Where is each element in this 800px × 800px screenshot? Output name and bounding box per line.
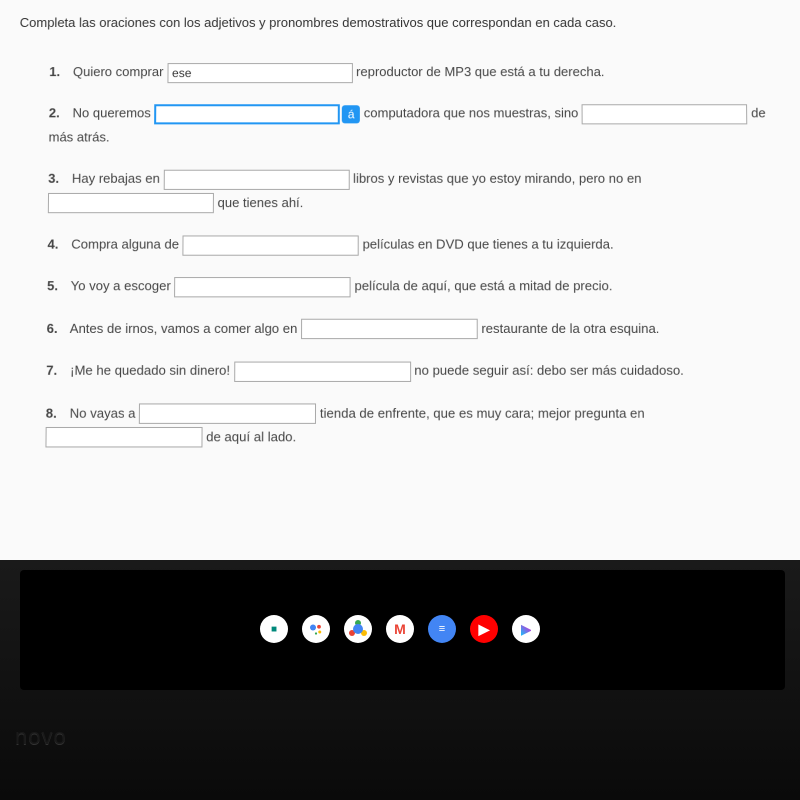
question-1: 1. Quiero comprar ese reproductor de MP3…	[49, 60, 781, 83]
question-4: 4. Compra alguna de películas en DVD que…	[47, 232, 782, 256]
sentence-text: No vayas a	[70, 405, 140, 420]
question-5: 5. Yo voy a escoger película de aquí, qu…	[47, 274, 783, 298]
answer-blank[interactable]	[48, 193, 214, 213]
play-store-icon[interactable]	[512, 615, 540, 643]
instructions-text: Completa las oraciones con los adjetivos…	[20, 15, 781, 30]
laptop-brand-text: novo	[15, 724, 67, 750]
answer-blank[interactable]	[301, 319, 478, 339]
sentence-text: Antes de irnos, vamos a comer algo en	[70, 321, 301, 336]
laptop-bezel: novo	[0, 560, 800, 800]
question-6: 6. Antes de irnos, vamos a comer algo en…	[47, 316, 784, 340]
question-3: 3. Hay rebajas en libros y revistas que …	[48, 167, 783, 214]
question-number: 7.	[46, 359, 66, 383]
sentence-text: Quiero comprar	[73, 64, 167, 79]
question-number: 2.	[49, 102, 69, 126]
answer-blank[interactable]	[139, 404, 316, 424]
question-number: 5.	[47, 274, 67, 298]
answer-blank[interactable]	[183, 235, 359, 255]
sentence-text: restaurante de la otra esquina.	[478, 321, 660, 336]
question-number: 6.	[47, 316, 67, 340]
sentence-text: Yo voy a escoger	[71, 278, 175, 293]
chrome-icon[interactable]	[344, 615, 372, 643]
sentence-text: que tienes ahí.	[214, 195, 303, 210]
question-number: 1.	[49, 60, 69, 83]
question-number: 8.	[46, 401, 66, 425]
sentence-text: Compra alguna de	[71, 236, 182, 251]
sentence-text: de aquí al lado.	[202, 429, 296, 444]
answer-blank[interactable]	[174, 277, 351, 297]
answer-blank[interactable]	[582, 104, 748, 124]
youtube-icon[interactable]: ▶	[470, 615, 498, 643]
answer-blank[interactable]	[45, 427, 202, 448]
question-number: 3.	[48, 167, 68, 191]
chrome-os-shelf: M ≡ ▶	[260, 615, 540, 643]
meet-icon[interactable]	[260, 615, 288, 643]
answer-blank[interactable]	[154, 104, 340, 124]
answer-blank[interactable]	[234, 361, 411, 381]
sentence-text: reproductor de MP3 que está a tu derecha…	[352, 64, 604, 79]
worksheet-page: Completa las oraciones con los adjetivos…	[0, 0, 800, 590]
sentence-text: libros y revistas que yo estoy mirando, …	[349, 171, 641, 186]
sentence-text: computadora que nos muestras, sino	[360, 106, 582, 121]
answer-blank[interactable]	[163, 169, 349, 189]
question-2: 2. No queremos á computadora que nos mue…	[48, 102, 781, 149]
sentence-text: tienda de enfrente, que es muy cara; mej…	[316, 405, 644, 420]
sentence-text: Hay rebajas en	[72, 171, 164, 186]
question-7: 7. ¡Me he quedado sin dinero! no puede s…	[46, 359, 784, 383]
sentence-text: ¡Me he quedado sin dinero!	[70, 363, 234, 378]
sentence-text: película de aquí, que está a mitad de pr…	[351, 278, 613, 293]
questions-container: 1. Quiero comprar ese reproductor de MP3…	[15, 60, 785, 449]
question-number: 4.	[47, 232, 67, 256]
sentence-text: No queremos	[72, 106, 154, 121]
sentence-text: no puede seguir así: debo ser más cuidad…	[411, 363, 684, 378]
question-8: 8. No vayas a tienda de enfrente, que es…	[45, 401, 785, 449]
gmail-icon[interactable]: M	[386, 615, 414, 643]
docs-icon[interactable]: ≡	[428, 615, 456, 643]
sentence-text: películas en DVD que tienes a tu izquier…	[359, 236, 614, 251]
accent-helper-button[interactable]: á	[342, 105, 360, 123]
answer-blank[interactable]: ese	[167, 63, 352, 83]
assistant-icon[interactable]	[302, 615, 330, 643]
